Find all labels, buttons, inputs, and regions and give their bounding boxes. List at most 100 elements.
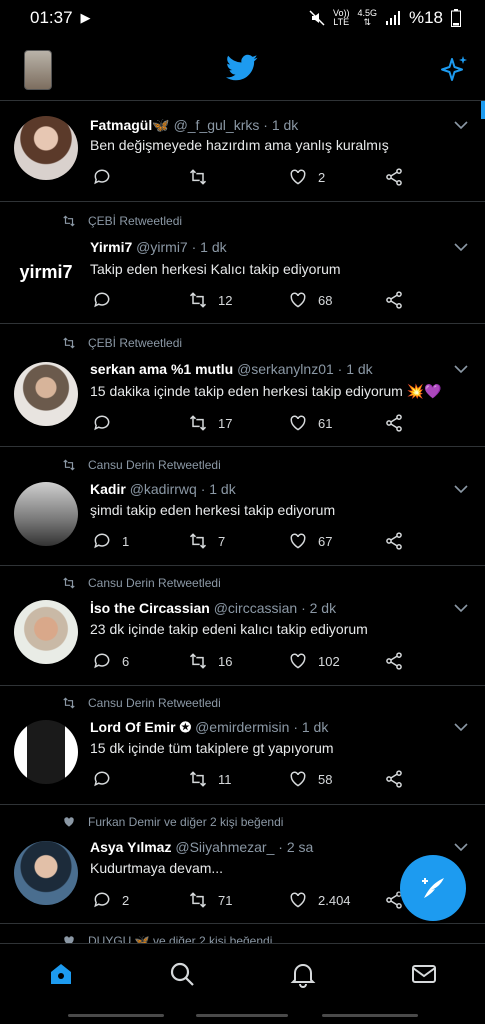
- handle[interactable]: @serkanylnz01: [237, 361, 334, 377]
- retweet-button[interactable]: 71: [188, 890, 232, 910]
- reply-button[interactable]: [92, 769, 122, 789]
- reply-button[interactable]: 6: [92, 651, 129, 671]
- reply-button[interactable]: [92, 167, 122, 187]
- share-button[interactable]: [384, 651, 404, 671]
- handle[interactable]: @Siiyahmezar_: [175, 839, 274, 855]
- retweet-icon: [189, 292, 207, 308]
- like-button[interactable]: 67: [288, 531, 332, 551]
- timeline-feed[interactable]: Fatmagül🦋 @_f_gul_krks · 1 dk Ben değişm…: [0, 101, 485, 943]
- share-button[interactable]: [384, 413, 404, 433]
- profile-avatar[interactable]: [24, 50, 52, 90]
- retweet-button[interactable]: 7: [188, 531, 225, 551]
- retweet-context[interactable]: Cansu Derin Retweetledi: [62, 576, 221, 590]
- like-context[interactable]: Furkan Demir ve diğer 2 kişi beğendi: [62, 815, 283, 829]
- like-button[interactable]: 2: [288, 167, 325, 187]
- retweet-icon: [63, 337, 75, 349]
- chevron-down-icon[interactable]: [453, 481, 469, 497]
- gesture-bar[interactable]: [196, 1014, 288, 1017]
- tweet-actions: 2: [92, 167, 412, 189]
- retweet-icon: [63, 459, 75, 471]
- reply-button[interactable]: [92, 413, 122, 433]
- retweet-context[interactable]: Cansu Derin Retweetledi: [62, 696, 221, 710]
- avatar[interactable]: yirmi7: [14, 240, 78, 304]
- tweet-actions: 1 7 67: [92, 531, 412, 553]
- tweet-actions: 6 16 102: [92, 651, 412, 673]
- retweet-context[interactable]: ÇEBİ Retweetledi: [62, 336, 182, 350]
- retweet-button[interactable]: 16: [188, 651, 232, 671]
- avatar[interactable]: [14, 116, 78, 180]
- tweet[interactable]: Cansu Derin Retweetledi Kadir @kadirrwq …: [0, 447, 485, 566]
- share-button[interactable]: [384, 531, 404, 551]
- handle[interactable]: @emirdermisin: [195, 719, 289, 735]
- bell-icon[interactable]: [289, 960, 317, 988]
- timestamp: · 2 sa: [278, 839, 314, 855]
- heart-icon: [290, 892, 306, 908]
- handle[interactable]: @yirmi7: [136, 239, 188, 255]
- chevron-down-icon[interactable]: [453, 117, 469, 133]
- tweet-partial[interactable]: DUYGU 🦋 ve diğer 2 kişi beğendi: [0, 924, 485, 943]
- display-name[interactable]: Yirmi7: [90, 239, 132, 255]
- chevron-down-icon[interactable]: [453, 839, 469, 855]
- chevron-down-icon[interactable]: [453, 719, 469, 735]
- like-button[interactable]: 102: [288, 651, 340, 671]
- like-button[interactable]: 61: [288, 413, 332, 433]
- timestamp: · 1 dk: [293, 719, 329, 735]
- heart-icon: [290, 771, 306, 787]
- handle[interactable]: @circcassian: [214, 600, 297, 616]
- avatar[interactable]: [14, 720, 78, 784]
- handle[interactable]: @_f_gul_krks: [174, 117, 260, 133]
- tweet[interactable]: ÇEBİ Retweetledi yirmi7 Yirmi7 @yirmi7 ·…: [0, 202, 485, 324]
- retweet-context[interactable]: Cansu Derin Retweetledi: [62, 458, 221, 472]
- display-name[interactable]: serkan ama %1 mutlu: [90, 361, 233, 377]
- chevron-down-icon[interactable]: [453, 239, 469, 255]
- share-button[interactable]: [384, 769, 404, 789]
- sparkle-icon[interactable]: [438, 54, 470, 86]
- tweet[interactable]: Cansu Derin Retweetledi Lord Of Emir ✪ @…: [0, 686, 485, 805]
- retweet-icon: [189, 415, 207, 431]
- gesture-bar[interactable]: [68, 1014, 164, 1017]
- timestamp: · 2 dk: [301, 600, 337, 616]
- avatar[interactable]: [14, 362, 78, 426]
- reply-button[interactable]: 2: [92, 890, 129, 910]
- home-icon[interactable]: [47, 960, 75, 988]
- heart-icon: [290, 415, 306, 431]
- tweet-text: 23 dk içinde takip edeni kalıcı takip ed…: [90, 621, 368, 637]
- display-name[interactable]: İso the Circassian: [90, 600, 210, 616]
- tweet-header: İso the Circassian @circcassian · 2 dk: [90, 600, 336, 616]
- like-button[interactable]: 58: [288, 769, 332, 789]
- reply-button[interactable]: 1: [92, 531, 129, 551]
- chevron-down-icon[interactable]: [453, 361, 469, 377]
- display-name[interactable]: Lord Of Emir ✪: [90, 719, 191, 735]
- retweet-button[interactable]: [188, 167, 218, 187]
- timestamp: · 1 dk: [200, 481, 236, 497]
- like-button[interactable]: 68: [288, 290, 332, 310]
- play-icon: ▶: [80, 10, 91, 25]
- tweet-text: şimdi takip eden herkesi takip ediyorum: [90, 502, 336, 518]
- search-icon[interactable]: [168, 960, 196, 988]
- share-button[interactable]: [384, 290, 404, 310]
- retweet-button[interactable]: 17: [188, 413, 232, 433]
- gesture-bar[interactable]: [322, 1014, 418, 1017]
- like-button[interactable]: 2.404: [288, 890, 351, 910]
- display-name[interactable]: Fatmagül🦋: [90, 117, 170, 133]
- display-name[interactable]: Asya Yılmaz: [90, 839, 171, 855]
- share-button[interactable]: [384, 167, 404, 187]
- retweet-context[interactable]: ÇEBİ Retweetledi: [62, 214, 182, 228]
- compose-button[interactable]: [400, 855, 466, 921]
- tweet[interactable]: Cansu Derin Retweetledi İso the Circassi…: [0, 566, 485, 686]
- tweet[interactable]: ÇEBİ Retweetledi serkan ama %1 mutlu @se…: [0, 324, 485, 447]
- handle[interactable]: @kadirrwq: [130, 481, 197, 497]
- network-indicator: 4.5G ⇅: [357, 8, 377, 27]
- chevron-down-icon[interactable]: [453, 600, 469, 616]
- retweet-button[interactable]: 11: [188, 769, 232, 789]
- timestamp: · 1 dk: [191, 239, 227, 255]
- avatar[interactable]: [14, 600, 78, 664]
- tweet[interactable]: Fatmagül🦋 @_f_gul_krks · 1 dk Ben değişm…: [0, 101, 485, 202]
- avatar[interactable]: [14, 841, 78, 905]
- mail-icon[interactable]: [410, 960, 438, 988]
- display-name[interactable]: Kadir: [90, 481, 126, 497]
- avatar[interactable]: [14, 482, 78, 546]
- reply-button[interactable]: [92, 290, 122, 310]
- like-context[interactable]: DUYGU 🦋 ve diğer 2 kişi beğendi: [62, 934, 272, 943]
- retweet-button[interactable]: 12: [188, 290, 232, 310]
